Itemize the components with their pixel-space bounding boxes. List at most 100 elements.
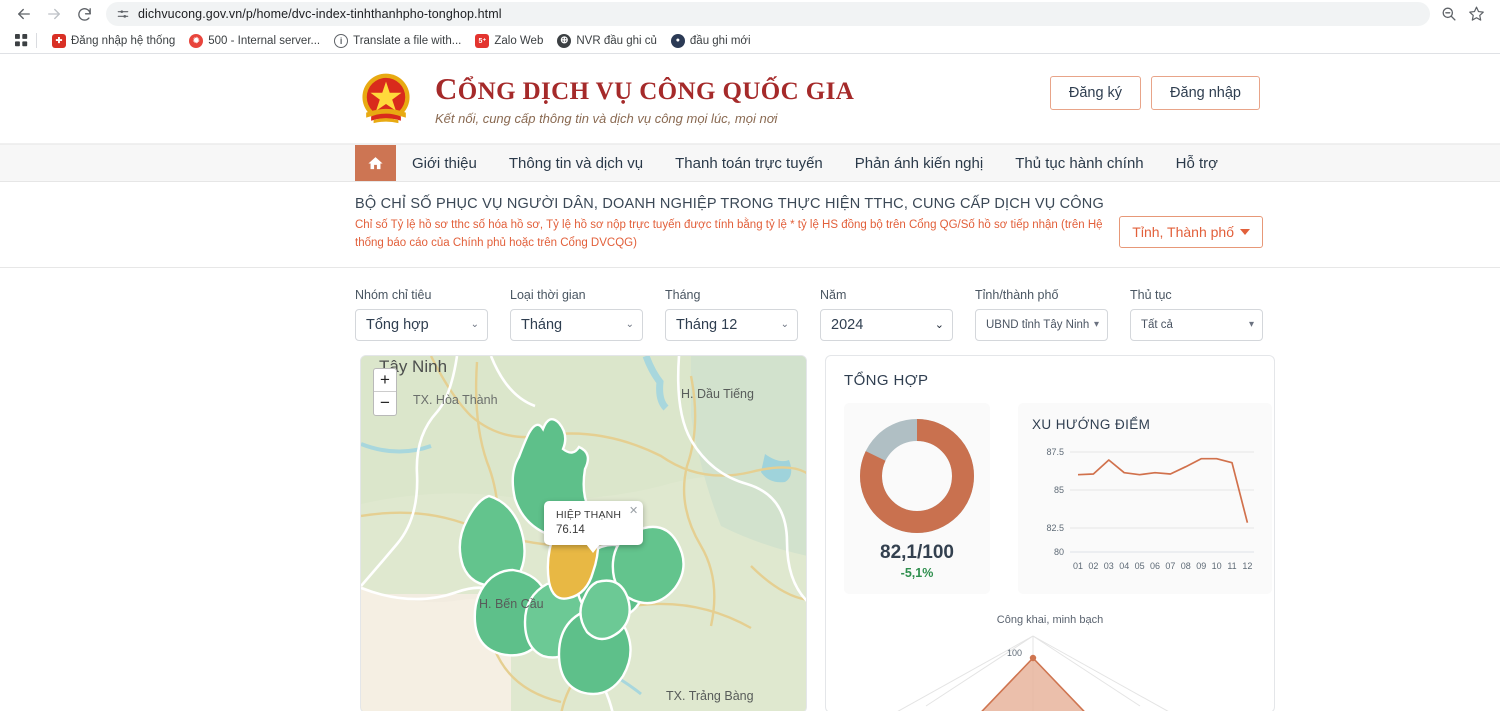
site-header: CỔNG DỊCH VỤ CÔNG QUỐC GIA Kết nối, cung… bbox=[0, 54, 1500, 144]
radar-max-tick: 100 bbox=[1007, 648, 1022, 658]
province-map[interactable]: Tây Ninh TX. Hòa Thành H. Dầu Tiếng H. B… bbox=[360, 354, 807, 711]
toolbar-actions bbox=[1440, 5, 1490, 23]
site-title-initial: C bbox=[435, 70, 458, 106]
dashboard: Tây Ninh TX. Hòa Thành H. Dầu Tiếng H. B… bbox=[0, 354, 1500, 711]
select-value: UBND tỉnh Tây Ninh bbox=[986, 318, 1090, 331]
svg-text:03: 03 bbox=[1104, 561, 1114, 571]
error-icon: ✹ bbox=[189, 33, 204, 48]
nav-item-gioi-thieu[interactable]: Giới thiệu bbox=[396, 145, 493, 181]
trend-line-chart: 87.5 85 82.5 80 01 02 03 04 05 06 07 08 … bbox=[1046, 447, 1254, 571]
bookmark-item[interactable]: 5⁺ Zalo Web bbox=[468, 32, 550, 50]
svg-text:80: 80 bbox=[1054, 547, 1064, 557]
filter-label: Tỉnh/thành phố bbox=[975, 287, 1059, 302]
apps-grid-icon[interactable] bbox=[10, 34, 32, 47]
chevron-down-icon: ⌄ bbox=[780, 319, 789, 331]
svg-text:10: 10 bbox=[1212, 561, 1222, 571]
site-settings-icon[interactable] bbox=[116, 7, 130, 21]
bookmark-item[interactable]: ✹ 500 - Internal server... bbox=[182, 32, 327, 50]
header-actions: Đăng ký Đăng nhập bbox=[1049, 76, 1260, 110]
bookmark-divider bbox=[36, 33, 37, 48]
select-thang[interactable]: Tháng 12 ⌄ bbox=[665, 308, 798, 341]
address-bar-url: dichvucong.gov.vn/p/home/dvc-index-tinht… bbox=[138, 7, 502, 21]
svg-text:H. Dầu Tiếng: H. Dầu Tiếng bbox=[681, 387, 754, 401]
bookmark-item[interactable]: i Translate a file with... bbox=[327, 32, 468, 50]
map-tooltip-name: HIỆP THẠNH bbox=[556, 508, 622, 521]
svg-text:87.5: 87.5 bbox=[1046, 447, 1064, 457]
chevron-down-icon bbox=[1240, 229, 1250, 235]
site-title: CỔNG DỊCH VỤ CÔNG QUỐC GIA bbox=[435, 71, 854, 107]
star-icon[interactable] bbox=[1468, 5, 1486, 23]
bookmark-item[interactable]: ● đầu ghi mới bbox=[664, 32, 758, 50]
filter-bar: Nhóm chỉ tiêu Tổng hợp ⌄ Loại thời gian T… bbox=[0, 267, 1500, 355]
donut-chart bbox=[860, 418, 974, 533]
nav-item-ho-tro[interactable]: Hỗ trợ bbox=[1160, 145, 1234, 181]
bookmark-item[interactable]: ✚ Đăng nhập hệ thống bbox=[45, 32, 182, 50]
svg-text:08: 08 bbox=[1181, 561, 1191, 571]
site-title-rest: ỔNG DỊCH VỤ CÔNG QUỐC GIA bbox=[457, 77, 855, 105]
bookmark-item[interactable]: ⊕ NVR đầu ghi củ bbox=[550, 32, 664, 50]
select-loai-thoi-gian[interactable]: Tháng ⌄ bbox=[510, 308, 643, 341]
home-icon[interactable] bbox=[355, 145, 396, 181]
nav-item-thong-tin-dich-vu[interactable]: Thông tin và dịch vụ bbox=[493, 145, 659, 181]
select-nam[interactable]: 2024 ⌄ bbox=[820, 308, 953, 341]
select-thu-tuc[interactable]: Tất cả ▾ bbox=[1130, 308, 1263, 341]
main-nav: Giới thiệu Thông tin và dịch vụ Thanh to… bbox=[0, 144, 1500, 182]
address-bar[interactable]: dichvucong.gov.vn/p/home/dvc-index-tinht… bbox=[106, 2, 1430, 26]
nav-item-thu-tuc[interactable]: Thủ tục hành chính bbox=[999, 145, 1159, 181]
zoom-out-button[interactable]: − bbox=[374, 392, 396, 415]
select-tinh-thanh-pho[interactable]: UBND tỉnh Tây Ninh ▾ bbox=[975, 308, 1108, 341]
select-value: Tổng hợp bbox=[366, 316, 429, 333]
map-tooltip[interactable]: ✕ HIỆP THẠNH 76.14 bbox=[544, 500, 644, 553]
filter-nhom-chi-tieu: Nhóm chỉ tiêu Tổng hợp ⌄ bbox=[355, 288, 510, 341]
nav-item-phan-anh[interactable]: Phản ánh kiến nghị bbox=[839, 145, 999, 181]
province-dropdown-button[interactable]: Tỉnh, Thành phố bbox=[1119, 216, 1263, 248]
filter-nam: Năm 2024 ⌄ bbox=[820, 288, 975, 341]
svg-text:TX. Hòa Thành: TX. Hòa Thành bbox=[413, 393, 498, 407]
svg-text:02: 02 bbox=[1088, 561, 1098, 571]
bookmark-label: Translate a file with... bbox=[353, 34, 462, 47]
zoom-out-icon[interactable] bbox=[1440, 5, 1458, 23]
reload-icon[interactable] bbox=[70, 1, 98, 27]
svg-text:07: 07 bbox=[1165, 561, 1175, 571]
select-value: 2024 bbox=[831, 316, 864, 333]
filter-label: Thủ tục bbox=[1130, 287, 1172, 302]
forward-arrow-icon[interactable] bbox=[40, 1, 68, 27]
filter-thang: Tháng Tháng 12 ⌄ bbox=[665, 288, 820, 341]
chevron-down-icon: ⌄ bbox=[625, 319, 634, 331]
map-tooltip-value: 76.14 bbox=[556, 523, 585, 536]
radar-axis-label-top: Công khai, minh bạch bbox=[996, 613, 1104, 626]
summary-delta: -5,1% bbox=[900, 565, 934, 580]
camera-icon: ● bbox=[670, 33, 685, 48]
svg-text:05: 05 bbox=[1135, 561, 1145, 571]
summary-card: TỔNG HỢP 82,1/100 -5,1% XU HƯỚNG ĐIỂM 87… bbox=[825, 354, 1275, 711]
select-nhom-chi-tieu[interactable]: Tổng hợp ⌄ bbox=[355, 308, 488, 341]
zoom-in-button[interactable]: + bbox=[374, 369, 396, 392]
filter-label: Tháng bbox=[665, 287, 701, 302]
svg-text:12: 12 bbox=[1242, 561, 1252, 571]
brand-block: CỔNG DỊCH VỤ CÔNG QUỐC GIA Kết nối, cung… bbox=[435, 71, 854, 127]
chevron-down-icon: ▾ bbox=[1248, 319, 1254, 331]
close-icon[interactable]: ✕ bbox=[629, 504, 638, 517]
bookmark-label: NVR đầu ghi củ bbox=[576, 34, 657, 47]
filter-label: Loại thời gian bbox=[510, 287, 586, 302]
back-arrow-icon[interactable] bbox=[10, 1, 38, 27]
svg-text:82.5: 82.5 bbox=[1046, 523, 1064, 533]
nav-item-thanh-toan[interactable]: Thanh toán trực tuyến bbox=[659, 145, 839, 181]
svg-text:11: 11 bbox=[1227, 561, 1236, 571]
shield-icon: ✚ bbox=[52, 33, 66, 48]
login-button[interactable]: Đăng nhập bbox=[1151, 76, 1260, 110]
bookmark-label: đầu ghi mới bbox=[689, 34, 751, 47]
svg-text:06: 06 bbox=[1150, 561, 1160, 571]
svg-text:09: 09 bbox=[1196, 561, 1206, 571]
filter-label: Nhóm chỉ tiêu bbox=[355, 287, 432, 302]
svg-text:01: 01 bbox=[1073, 561, 1083, 571]
chevron-down-icon: ⌄ bbox=[470, 319, 479, 331]
vietnam-emblem-icon bbox=[355, 68, 417, 130]
chevron-down-icon: ⌄ bbox=[934, 319, 944, 332]
register-button[interactable]: Đăng ký bbox=[1049, 76, 1142, 110]
filter-loai-thoi-gian: Loại thời gian Tháng ⌄ bbox=[510, 288, 665, 341]
map-zoom-controls[interactable]: + − bbox=[373, 367, 397, 416]
globe-icon: ⊕ bbox=[557, 33, 572, 48]
browser-chrome: dichvucong.gov.vn/p/home/dvc-index-tinht… bbox=[0, 0, 1500, 54]
donut-panel: 82,1/100 -5,1% bbox=[844, 402, 990, 594]
